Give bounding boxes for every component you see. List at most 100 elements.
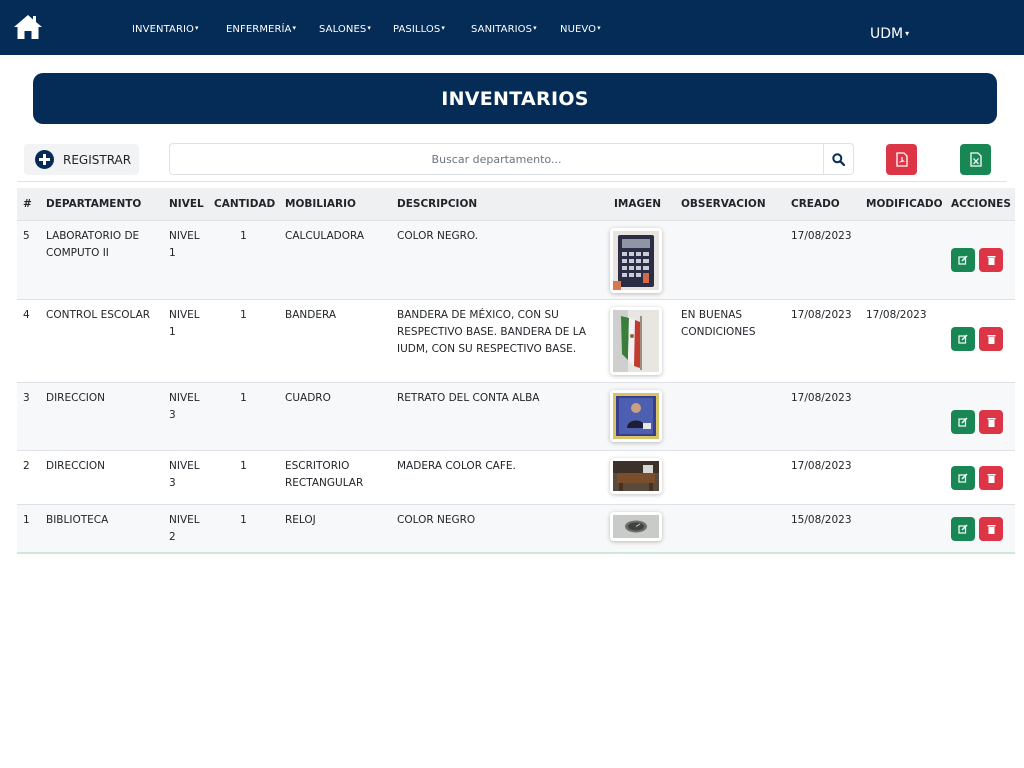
cell-acciones	[945, 299, 1015, 383]
cell-observacion: EN BUENAS CONDICIONES	[675, 299, 785, 383]
cell-modificado: 17/08/2023	[860, 299, 945, 383]
cell-id: 4	[17, 299, 40, 383]
column-header: NIVEL	[163, 188, 208, 221]
cell-descripcion: RETRATO DEL CONTA ALBA	[391, 382, 608, 451]
column-header: CREADO	[785, 188, 860, 221]
cell-descripcion: COLOR NEGRO.	[391, 220, 608, 300]
delete-button[interactable]	[979, 247, 1003, 272]
edit-button[interactable]	[951, 247, 975, 272]
trash-icon	[987, 417, 995, 427]
edit-button[interactable]	[951, 465, 975, 490]
cell-acciones	[945, 382, 1015, 451]
search-input[interactable]	[169, 143, 824, 175]
cell-descripcion: BANDERA DE MÉXICO, CON SU RESPECTIVO BAS…	[391, 299, 608, 383]
home-icon[interactable]	[13, 13, 43, 41]
edit-button[interactable]	[951, 516, 975, 541]
delete-button[interactable]	[979, 409, 1003, 434]
cell-id: 1	[17, 504, 40, 554]
cell-departamento: BIBLIOTECA	[40, 504, 163, 554]
cell-nivel: NIVEL 1	[163, 299, 208, 383]
cell-acciones	[945, 220, 1015, 300]
column-header: DESCRIPCION	[391, 188, 608, 221]
item-thumbnail[interactable]	[610, 389, 662, 442]
column-header: #	[17, 188, 40, 221]
cell-cantidad: 1	[208, 382, 279, 451]
cell-cantidad: 1	[208, 220, 279, 300]
edit-button[interactable]	[951, 409, 975, 434]
column-header: DEPARTAMENTO	[40, 188, 163, 221]
item-thumbnail[interactable]	[610, 457, 662, 494]
search-button[interactable]	[823, 143, 854, 175]
trash-icon	[987, 334, 995, 344]
caret-down-icon: ▾	[597, 24, 601, 32]
cell-observacion	[675, 504, 785, 554]
edit-icon	[958, 254, 968, 265]
plus-circle-icon	[35, 150, 54, 169]
search-icon	[832, 152, 845, 166]
export-pdf-button[interactable]	[886, 144, 917, 175]
nav-item-nuevo[interactable]: NUEVO▾	[560, 24, 601, 35]
table-row: 5 LABORATORIO DE COMPUTO II NIVEL 1 1 CA…	[17, 220, 1015, 300]
column-header: CANTIDAD	[208, 188, 279, 221]
cell-modificado	[860, 220, 945, 300]
table-row: 4 CONTROL ESCOLAR NIVEL 1 1 BANDERA BAND…	[17, 299, 1015, 383]
cell-descripcion: MADERA COLOR CAFE.	[391, 450, 608, 505]
register-button-label: REGISTRAR	[63, 152, 132, 167]
cell-observacion	[675, 382, 785, 451]
cell-cantidad: 1	[208, 504, 279, 554]
inventory-table-container: # DEPARTAMENTO NIVEL CANTIDAD MOBILIARIO…	[17, 188, 1015, 554]
column-header: MOBILIARIO	[279, 188, 391, 221]
delete-button[interactable]	[979, 465, 1003, 490]
cell-departamento: LABORATORIO DE COMPUTO II	[40, 220, 163, 300]
cell-departamento: CONTROL ESCOLAR	[40, 299, 163, 383]
edit-icon	[958, 472, 968, 483]
nav-item-label: INVENTARIO	[132, 24, 195, 35]
caret-down-icon: ▾	[367, 24, 371, 32]
cell-nivel: NIVEL 3	[163, 382, 208, 451]
table-header-row: # DEPARTAMENTO NIVEL CANTIDAD MOBILIARIO…	[17, 188, 1015, 221]
nav-item-label: SALONES	[319, 24, 367, 35]
cell-mobiliario: BANDERA	[279, 299, 391, 383]
nav-item-enfermeria[interactable]: ENFERMERÍA▾	[226, 24, 296, 35]
column-header: IMAGEN	[608, 188, 675, 221]
desk-photo	[613, 460, 659, 491]
toolbar-divider	[17, 181, 1007, 182]
cell-imagen	[608, 382, 675, 451]
cell-creado: 15/08/2023	[785, 504, 860, 554]
item-thumbnail[interactable]	[610, 306, 662, 375]
cell-imagen	[608, 299, 675, 383]
top-navbar: INVENTARIO▾ ENFERMERÍA▾ SALONES▾ PASILLO…	[0, 0, 1024, 55]
cell-nivel: NIVEL 2	[163, 504, 208, 554]
nav-item-pasillos[interactable]: PASILLOS▾	[393, 24, 445, 35]
caret-down-icon: ▾	[905, 29, 910, 38]
nav-item-inventario[interactable]: INVENTARIO▾	[132, 24, 199, 35]
nav-item-salones[interactable]: SALONES▾	[319, 24, 371, 35]
edit-icon	[958, 333, 968, 344]
table-row: 1 BIBLIOTECA NIVEL 2 1 RELOJ COLOR NEGRO…	[17, 504, 1015, 554]
edit-icon	[958, 416, 968, 427]
delete-button[interactable]	[979, 326, 1003, 351]
cell-creado: 17/08/2023	[785, 299, 860, 383]
cell-departamento: DIRECCION	[40, 382, 163, 451]
file-excel-icon	[969, 152, 982, 167]
edit-button[interactable]	[951, 326, 975, 351]
item-thumbnail[interactable]	[610, 511, 662, 541]
register-button[interactable]: REGISTRAR	[24, 144, 139, 175]
title-banner: INVENTARIOS	[33, 73, 997, 124]
flag-photo	[613, 309, 659, 372]
cell-id: 2	[17, 450, 40, 505]
cell-acciones	[945, 450, 1015, 505]
cell-creado: 17/08/2023	[785, 220, 860, 300]
cell-mobiliario: CUADRO	[279, 382, 391, 451]
user-menu[interactable]: UDM ▾	[870, 26, 909, 42]
cell-mobiliario: RELOJ	[279, 504, 391, 554]
export-excel-button[interactable]	[960, 144, 991, 175]
clock-photo	[613, 514, 659, 538]
delete-button[interactable]	[979, 516, 1003, 541]
cell-descripcion: COLOR NEGRO	[391, 504, 608, 554]
cell-nivel: NIVEL 3	[163, 450, 208, 505]
nav-item-label: PASILLOS	[393, 24, 441, 35]
item-thumbnail[interactable]	[610, 227, 662, 293]
nav-item-sanitarios[interactable]: SANITARIOS▾	[471, 24, 537, 35]
nav-item-label: SANITARIOS	[471, 24, 533, 35]
